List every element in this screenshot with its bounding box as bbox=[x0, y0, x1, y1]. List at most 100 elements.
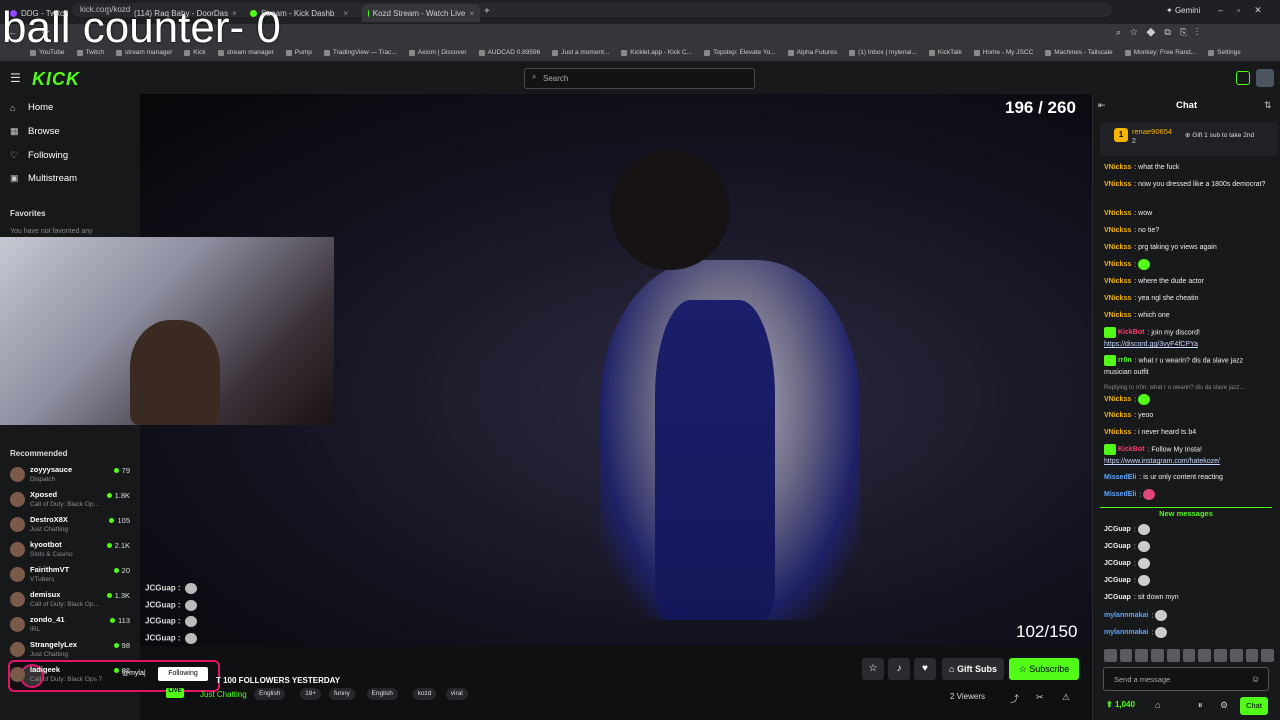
stream-tag[interactable]: funny bbox=[329, 688, 355, 700]
chat-username[interactable]: JCGuap bbox=[1104, 577, 1131, 584]
chat-username[interactable]: MissedEli bbox=[1104, 491, 1136, 498]
recommended-channel[interactable]: zondo_41 IRL 113 bbox=[10, 615, 134, 639]
chat-username[interactable]: VNickss bbox=[1104, 429, 1131, 436]
close-tab-icon[interactable]: × bbox=[469, 9, 474, 18]
emote-icon[interactable] bbox=[1119, 649, 1133, 662]
browser-tab[interactable]: DDG - Twitch × bbox=[4, 4, 116, 22]
browser-tab[interactable]: Stream - Kick Dashb × bbox=[244, 4, 354, 22]
browser-tab[interactable]: Kozd Stream - Watch Live × bbox=[362, 4, 480, 22]
emote-icon[interactable] bbox=[1104, 649, 1117, 662]
chat-username[interactable]: KickBot bbox=[1118, 446, 1144, 453]
leader-username[interactable]: renae90654 bbox=[1132, 127, 1172, 136]
chat-username[interactable]: JCGuap bbox=[1104, 543, 1131, 550]
avatar[interactable] bbox=[1256, 69, 1274, 87]
recommended-channel[interactable]: DestroX8X Just Chatting 105 bbox=[10, 515, 134, 539]
chat-username[interactable]: VNickss bbox=[1104, 210, 1131, 217]
emote-icon[interactable] bbox=[1166, 649, 1180, 662]
window-controls[interactable]: –▫✕ bbox=[1218, 5, 1276, 16]
close-tab-icon[interactable]: × bbox=[343, 9, 348, 18]
chat-username[interactable]: VNickss bbox=[1104, 181, 1131, 188]
stream-category[interactable]: Just Chatting bbox=[200, 690, 247, 699]
emote-icon[interactable] bbox=[1261, 649, 1275, 662]
chat-username[interactable]: VNickss bbox=[1104, 312, 1131, 319]
chat-username[interactable]: mylannmakai bbox=[1104, 629, 1148, 636]
chat-send-button[interactable]: Chat bbox=[1240, 697, 1268, 715]
chat-username[interactable]: rr0n bbox=[1118, 357, 1132, 364]
bookmark-item[interactable]: TradingView — Trac... bbox=[323, 49, 397, 56]
emote-icon[interactable] bbox=[1229, 649, 1243, 662]
stream-tag[interactable]: English bbox=[366, 688, 398, 700]
chat-username[interactable]: VNickss bbox=[1104, 261, 1131, 268]
recommended-channel[interactable]: zoyyysauce Dispatch 79 bbox=[10, 465, 134, 489]
browser-toolbar-icons[interactable]: ⌕☆◆⧉⎘⋮ bbox=[1116, 27, 1207, 38]
gemini-button[interactable]: ✦ Gemini bbox=[1166, 6, 1200, 15]
sidebar-item-following[interactable]: ♡ Following bbox=[10, 150, 68, 161]
chat-username[interactable]: JCGuap bbox=[1104, 526, 1131, 533]
bookmark-item[interactable]: Machines - Tailscale bbox=[1045, 49, 1113, 56]
chat-settings-icon[interactable]: ⇅ bbox=[1264, 100, 1272, 111]
bookmark-item[interactable]: Topstep: Elevate Yo... bbox=[704, 49, 776, 56]
subscribe-button[interactable]: ☆ Subscribe bbox=[1009, 658, 1079, 680]
browser-tab[interactable]: (114) Raq Baby - DoorDas × bbox=[124, 4, 236, 22]
chat-username[interactable]: VNickss bbox=[1104, 412, 1131, 419]
recommended-channel[interactable]: Xposed Call of Duty: Black Op... 1.8K bbox=[10, 490, 134, 514]
recommended-channel[interactable]: kyootbot Slots & Casino 2.1K bbox=[10, 540, 134, 564]
follow-heart-button[interactable]: ♥ bbox=[914, 658, 936, 680]
chat-username[interactable]: VNickss bbox=[1104, 295, 1131, 302]
chat-username[interactable]: VNickss bbox=[1104, 164, 1131, 171]
notification-bell-button[interactable]: ♪ bbox=[888, 658, 910, 680]
channel-points[interactable]: ⬆ 1,040 bbox=[1106, 700, 1135, 709]
emote-icon[interactable] bbox=[1182, 649, 1196, 662]
bookmark-item[interactable]: Alpha Futures bbox=[787, 49, 837, 56]
chat-username[interactable]: mylannmakai bbox=[1104, 612, 1148, 619]
emote-bar[interactable] bbox=[1104, 649, 1275, 663]
close-tab-icon[interactable]: × bbox=[105, 9, 110, 18]
bookmark-item[interactable]: KickTalk bbox=[928, 49, 962, 56]
chat-username[interactable]: VNickss bbox=[1104, 227, 1131, 234]
bookmark-item[interactable]: Pump bbox=[285, 49, 312, 56]
emote-icon[interactable] bbox=[1214, 649, 1227, 662]
kick-status-icon[interactable] bbox=[1236, 71, 1250, 85]
chat-username[interactable]: VNickss bbox=[1104, 244, 1131, 251]
emote-icon[interactable] bbox=[1198, 649, 1212, 662]
chat-link[interactable]: https://discord.gg/3vyF4fCPYa bbox=[1104, 341, 1198, 348]
bookmark-item[interactable]: Monkey: Free Rand... bbox=[1124, 49, 1196, 56]
clip-icon[interactable]: ✂ bbox=[1036, 692, 1044, 703]
bookmark-item[interactable]: Axiom | Discover bbox=[408, 49, 467, 56]
stream-tag[interactable]: viral bbox=[445, 688, 468, 700]
collapse-chat-icon[interactable]: ⇤ bbox=[1098, 100, 1106, 111]
settings-gear-icon[interactable]: ⚙ bbox=[1220, 700, 1228, 711]
chat-link[interactable]: https://www.instagram.com/hatekoze/ bbox=[1104, 458, 1220, 465]
new-tab-icon[interactable]: + bbox=[484, 6, 490, 17]
menu-icon[interactable]: ☰ bbox=[10, 71, 21, 85]
sidebar-item-home[interactable]: ⌂ Home bbox=[10, 102, 53, 113]
chat-username[interactable]: JCGuap bbox=[1104, 560, 1131, 567]
recommended-channel[interactable]: ladigeek Call of Duty: Black Ops 7 62 bbox=[10, 665, 134, 689]
stream-tag[interactable]: 18+ bbox=[300, 688, 322, 700]
emote-icon[interactable] bbox=[1151, 649, 1164, 662]
bookmark-item[interactable]: Just a moment... bbox=[552, 49, 609, 56]
report-icon[interactable]: ⚠ bbox=[1062, 692, 1070, 703]
sidebar-item-browse[interactable]: ▦ Browse bbox=[10, 126, 60, 137]
emote-icon[interactable] bbox=[1245, 649, 1259, 662]
chat-username[interactable]: KickBot bbox=[1118, 329, 1144, 336]
chat-username[interactable]: JCGuap bbox=[1104, 594, 1131, 601]
chat-username[interactable]: VNickss bbox=[1104, 396, 1131, 403]
bookmark-item[interactable]: AUDCAD 0.89596 bbox=[478, 49, 540, 56]
bookmark-item[interactable]: (1) Inbox | mylenai... bbox=[849, 49, 917, 56]
gift-sub-prompt[interactable]: ⊕ Gift 1 sub to take 2nd bbox=[1185, 131, 1254, 139]
chat-username[interactable]: VNickss bbox=[1104, 278, 1131, 285]
emote-icon[interactable] bbox=[1135, 649, 1149, 662]
emoji-icon[interactable]: ☺ bbox=[1251, 674, 1260, 684]
chat-message-input[interactable]: Send a message bbox=[1103, 667, 1269, 691]
stream-tag[interactable]: kozd bbox=[412, 688, 437, 700]
stream-tag[interactable]: English bbox=[254, 688, 286, 700]
gift-subs-button[interactable]: ⌂ Gift Subs bbox=[942, 658, 1004, 680]
kick-logo[interactable]: KICK bbox=[32, 69, 80, 90]
pause-chat-icon[interactable]: ⏸ bbox=[1198, 700, 1203, 711]
sidebar-item-multistream[interactable]: ▣ Multistream bbox=[10, 173, 77, 184]
chat-username[interactable]: MissedEli bbox=[1104, 474, 1136, 481]
bookmark-item[interactable]: Settings bbox=[1208, 49, 1241, 56]
search-input[interactable]: Search bbox=[524, 68, 755, 89]
recommended-channel[interactable]: demisux Call of Duty: Black Op... 1.3K bbox=[10, 590, 134, 614]
